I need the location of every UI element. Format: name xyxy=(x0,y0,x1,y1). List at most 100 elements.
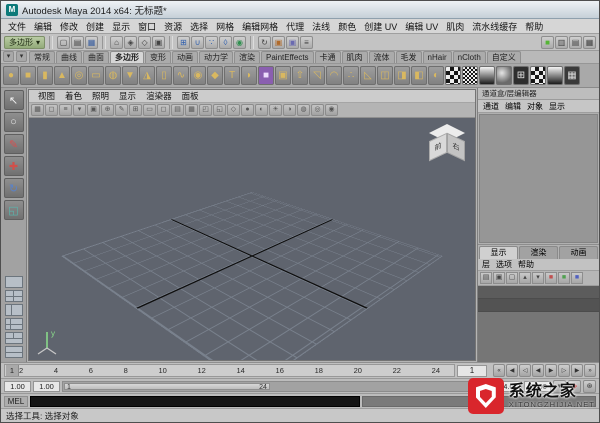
view-cube-front-face[interactable]: 前 xyxy=(429,133,447,161)
command-line-mode-button[interactable]: MEL xyxy=(4,396,28,407)
poly-pipe-icon[interactable]: ▯ xyxy=(156,66,172,85)
textured-mode-icon[interactable]: ◐ xyxy=(255,104,268,116)
animation-start-field[interactable]: 1.00 xyxy=(4,381,31,392)
boolean-union-icon[interactable]: ◐ xyxy=(428,66,444,85)
go-to-end-button[interactable]: » xyxy=(584,364,596,377)
layer-editor-menu-item[interactable]: 层 xyxy=(482,259,490,270)
field-chart-icon[interactable]: ▦ xyxy=(185,104,198,116)
menu-item[interactable]: 创建 xyxy=(82,20,108,33)
open-scene-icon[interactable]: ▤ xyxy=(71,36,84,49)
panel-menu-item[interactable]: 面板 xyxy=(177,90,204,102)
layout-single-pane-button[interactable] xyxy=(5,276,23,288)
xray-icon[interactable]: ◍ xyxy=(297,104,310,116)
menu-item[interactable]: 肌肉 xyxy=(442,20,468,33)
layout-four-pane-button[interactable] xyxy=(5,290,23,302)
shelf-tab[interactable]: 动力学 xyxy=(199,51,233,63)
ramp-texture-2-icon[interactable] xyxy=(547,66,563,85)
step-back-key-button[interactable]: ◁ xyxy=(519,364,531,377)
panel-menu-item[interactable]: 着色 xyxy=(60,90,87,102)
insert-edge-loop-icon[interactable]: ◫ xyxy=(377,66,393,85)
playback-start-field[interactable]: 1.00 xyxy=(33,381,60,392)
use-all-lights-icon[interactable]: ☀ xyxy=(269,104,282,116)
shelf-menu-icon[interactable]: ▾ xyxy=(3,51,14,62)
timeline-track[interactable]: 1 24681012141618202224 xyxy=(4,364,455,377)
play-backwards-button[interactable]: ◀ xyxy=(532,364,544,377)
channel-box-menu-item[interactable]: 编辑 xyxy=(503,101,523,112)
two-d-pan-zoom-icon[interactable]: ⊕ xyxy=(101,104,114,116)
layout-three-pane-left-button[interactable] xyxy=(5,318,23,330)
modeling-toolkit-toggle-icon[interactable]: ■ xyxy=(541,36,554,49)
panel-menu-item[interactable]: 显示 xyxy=(114,90,141,102)
shelf-tab[interactable]: 多边形 xyxy=(110,51,144,63)
shadows-icon[interactable]: ◑ xyxy=(283,104,296,116)
menu-item[interactable]: 法线 xyxy=(308,20,334,33)
poly-sphere-icon[interactable]: ● xyxy=(3,66,19,85)
render-current-frame-icon[interactable]: ▣ xyxy=(272,36,285,49)
shelf-tab[interactable]: PaintEffects xyxy=(261,51,314,63)
tool-settings-toggle-icon[interactable]: ▤ xyxy=(569,36,582,49)
shelf-tab[interactable]: 变形 xyxy=(145,51,171,63)
view-cube[interactable]: 前 右 xyxy=(427,124,467,168)
layout-two-pane-stacked-button[interactable] xyxy=(5,346,23,358)
menu-item[interactable]: 修改 xyxy=(56,20,82,33)
menu-item[interactable]: 流水线缓存 xyxy=(468,20,521,33)
paint-selection-tool[interactable]: ✎ xyxy=(4,134,24,154)
render-settings-icon[interactable]: ≡ xyxy=(300,36,313,49)
ipr-render-icon[interactable]: ▣ xyxy=(286,36,299,49)
mirror-geometry-icon[interactable]: ◧ xyxy=(411,66,427,85)
shelf-tab[interactable]: nCloth xyxy=(453,51,486,63)
menu-item[interactable]: 编辑 xyxy=(30,20,56,33)
poly-helix-icon[interactable]: ∿ xyxy=(173,66,189,85)
snap-to-point-icon[interactable]: ∵ xyxy=(205,36,218,49)
move-layer-down-icon[interactable]: ▾ xyxy=(532,272,544,284)
channel-box-menu-item[interactable]: 显示 xyxy=(547,101,567,112)
layer-list[interactable] xyxy=(478,286,599,362)
lasso-select-tool[interactable]: ○ xyxy=(4,112,24,132)
select-tool[interactable]: ↖ xyxy=(4,90,24,110)
panel-menu-item[interactable]: 照明 xyxy=(87,90,114,102)
shelf-tab[interactable]: 自定义 xyxy=(487,51,521,63)
split-polygon-icon[interactable]: ◺ xyxy=(360,66,376,85)
command-input[interactable] xyxy=(30,396,360,407)
create-empty-layer-icon[interactable]: ▤ xyxy=(480,272,492,284)
lock-camera-icon[interactable]: ◻ xyxy=(45,104,58,116)
menu-item[interactable]: 窗口 xyxy=(134,20,160,33)
sculpt-geometry-icon[interactable]: ◗ xyxy=(241,66,257,85)
menu-item[interactable]: 资源 xyxy=(160,20,186,33)
channel-box-list[interactable] xyxy=(479,114,598,243)
shelf-tab[interactable]: 毛发 xyxy=(396,51,422,63)
combine-icon[interactable]: ▣ xyxy=(275,66,291,85)
bookmarks-icon[interactable]: ▾ xyxy=(73,104,86,116)
platonic-solids-icon[interactable]: ◆ xyxy=(207,66,223,85)
grid-texture-icon[interactable]: ⊞ xyxy=(513,66,529,85)
panel-menu-item[interactable]: 视图 xyxy=(33,90,60,102)
layer-blue-swatch-icon[interactable]: ■ xyxy=(571,272,583,284)
shelf-options-icon[interactable]: ▾ xyxy=(16,51,27,62)
smooth-icon[interactable]: ■ xyxy=(258,66,274,85)
film-gate-icon[interactable]: ▭ xyxy=(143,104,156,116)
shelf-tab[interactable]: 曲面 xyxy=(83,51,109,63)
poly-soccer-ball-icon[interactable]: ◉ xyxy=(190,66,206,85)
menu-item[interactable]: 网格 xyxy=(212,20,238,33)
move-tool[interactable]: ✚ xyxy=(4,156,24,176)
poly-cube-icon[interactable]: ■ xyxy=(20,66,36,85)
snap-to-view-plane-icon[interactable]: ◊ xyxy=(219,36,232,49)
select-by-object-icon[interactable]: ◈ xyxy=(124,36,137,49)
menu-item[interactable]: 显示 xyxy=(108,20,134,33)
extrude-icon[interactable]: ⇧ xyxy=(292,66,308,85)
shelf-tab[interactable]: 渲染 xyxy=(234,51,260,63)
merge-vertices-icon[interactable]: ∴ xyxy=(343,66,359,85)
layer-editor-tab[interactable]: 动画 xyxy=(559,246,598,259)
viewport-canvas[interactable]: 前 右 y xyxy=(29,118,475,360)
playback-range-bar[interactable]: 1 24 xyxy=(64,383,270,390)
checker-texture-2-icon[interactable] xyxy=(530,66,546,85)
poly-cylinder-icon[interactable]: ▮ xyxy=(37,66,53,85)
rotate-tool[interactable]: ↻ xyxy=(4,178,24,198)
range-track[interactable]: 1 24 xyxy=(62,381,493,392)
snap-to-curve-icon[interactable]: ∪ xyxy=(191,36,204,49)
gate-mask-icon[interactable]: ▤ xyxy=(171,104,184,116)
resolution-gate-icon[interactable]: ◻ xyxy=(157,104,170,116)
poly-prism-icon[interactable]: ▼ xyxy=(122,66,138,85)
shelf-tab[interactable]: 流体 xyxy=(369,51,395,63)
menu-item[interactable]: 文件 xyxy=(4,20,30,33)
